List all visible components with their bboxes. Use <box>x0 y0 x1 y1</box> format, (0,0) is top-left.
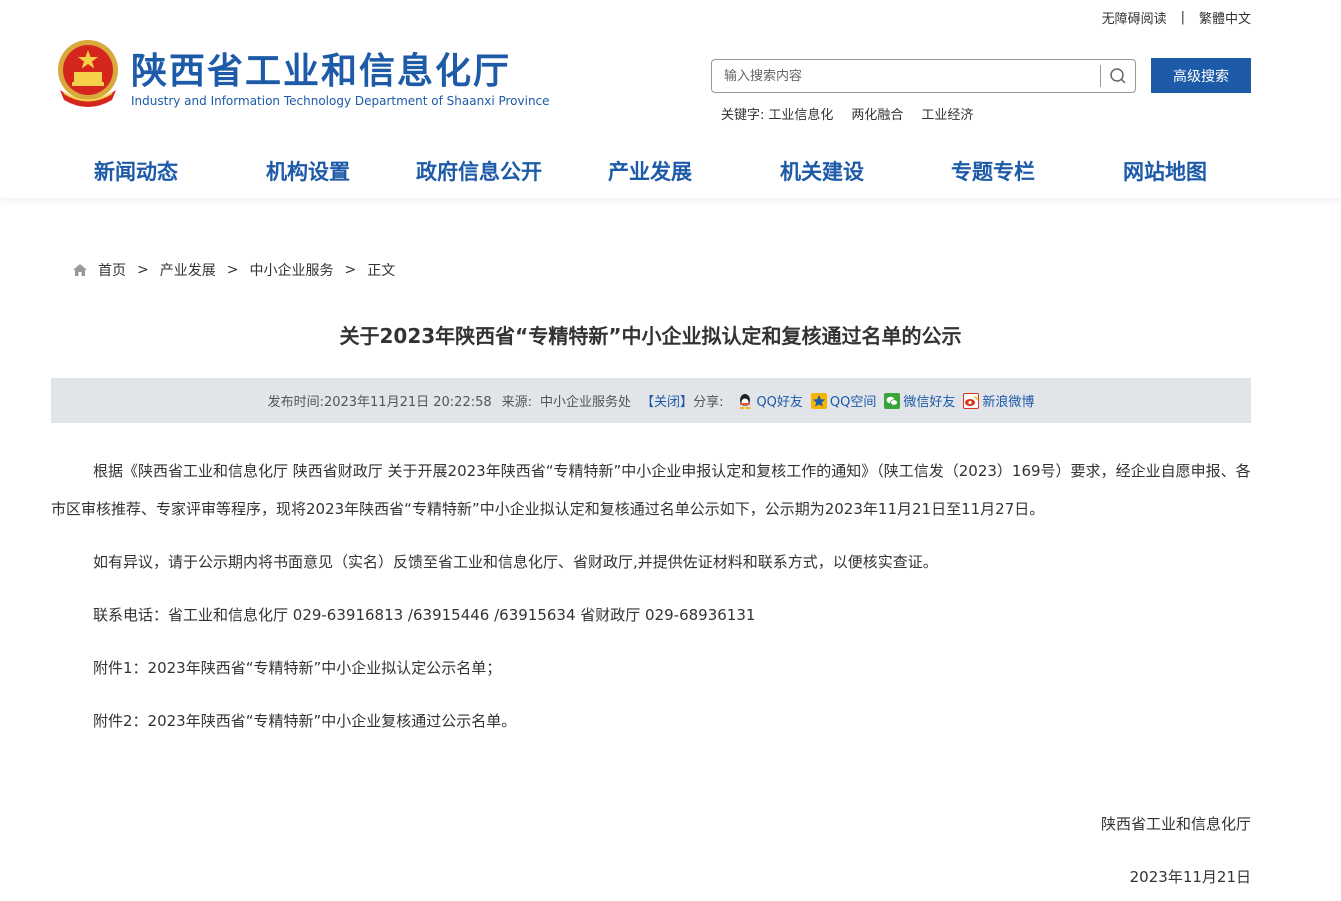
source-label: 来源: <box>501 395 533 410</box>
share-qq-zone[interactable]: QQ空间 <box>810 391 877 410</box>
nav-item-organization[interactable]: 机构设置 <box>266 156 350 186</box>
search-icon[interactable] <box>1101 60 1135 92</box>
article-title: 关于2023年陕西省“专精特新”中小企业拟认定和复核通过名单的公示 <box>339 324 962 348</box>
share-qq-friends[interactable]: QQ好友 <box>737 391 803 410</box>
site-header: 无障碍阅读 | 繁體中文 陕西省工业和信息化厅 Industry and Inf… <box>0 0 1341 198</box>
article-paragraph: 根据《陕西省工业和信息化厅 陕西省财政厅 关于开展2023年陕西省“专精特新”中… <box>51 462 1251 518</box>
keyword-link[interactable]: 工业经济 <box>921 104 973 123</box>
share-weibo-label: 新浪微博 <box>982 395 1035 410</box>
share-qq-friends-label: QQ好友 <box>756 395 803 410</box>
article-paragraph: 联系电话：省工业和信息化厅 029-63916813 /63915446 /63… <box>93 606 756 624</box>
keyword-link[interactable]: 工业信息化 <box>768 104 833 123</box>
close-link[interactable]: 【关闭】 <box>641 391 693 410</box>
article-paragraph: 如有异议，请于公示期内将书面意见（实名）反馈至省工业和信息化厅、省财政厅,并提供… <box>93 553 938 571</box>
share-wechat[interactable]: 微信好友 <box>884 391 955 410</box>
article-date: 2023年11月21日 <box>1129 868 1251 886</box>
nav-item-news[interactable]: 新闻动态 <box>94 156 178 186</box>
nav-item-gov-info[interactable]: 政府信息公开 <box>416 156 542 186</box>
nav-item-sitemap[interactable]: 网站地图 <box>1123 156 1207 186</box>
keywords-label: 关键字: <box>721 108 765 123</box>
top-links-divider: | <box>1180 10 1185 25</box>
breadcrumb-home[interactable]: 首页 <box>98 260 126 280</box>
publish-label: 发布时间: <box>267 395 324 410</box>
publish-time: 2023年11月21日 20:22:58 <box>323 395 492 410</box>
weibo-icon <box>963 392 980 409</box>
search-input[interactable] <box>712 60 1100 92</box>
top-links: 无障碍阅读 | 繁體中文 <box>1102 8 1251 27</box>
nav-item-special-topics[interactable]: 专题专栏 <box>951 156 1035 186</box>
qzone-icon <box>810 392 827 409</box>
accessible-reading-link[interactable]: 无障碍阅读 <box>1102 8 1167 27</box>
keyword-link[interactable]: 两化融合 <box>851 104 903 123</box>
share-wechat-label: 微信好友 <box>903 395 956 410</box>
nav-item-industry[interactable]: 产业发展 <box>608 156 692 186</box>
breadcrumb-separator: > <box>344 262 357 278</box>
attachment-link[interactable]: 附件2：2023年陕西省“专精特新”中小企业复核通过公示名单。 <box>51 702 1251 740</box>
share-weibo[interactable]: 新浪微博 <box>963 391 1034 410</box>
breadcrumb-industry[interactable]: 产业发展 <box>160 260 216 280</box>
breadcrumb-current: 正文 <box>367 263 396 279</box>
breadcrumb-sme-service[interactable]: 中小企业服务 <box>249 260 333 280</box>
share-label: 分享: <box>693 395 724 410</box>
article-signature: 陕西省工业和信息化厅 <box>1100 815 1251 833</box>
search-box <box>711 59 1136 93</box>
share-qq-zone-label: QQ空间 <box>829 395 877 410</box>
breadcrumb-separator: > <box>226 262 239 278</box>
attachment-link[interactable]: 附件1：2023年陕西省“专精特新”中小企业拟认定公示名单； <box>51 649 1251 687</box>
wechat-icon <box>884 392 901 409</box>
article-meta-bar: 发布时间: 2023年11月21日 20:22:58 来源: 中小企业服务处 【… <box>51 378 1251 423</box>
site-subtitle: Industry and Information Technology Depa… <box>131 94 550 108</box>
breadcrumb-separator: > <box>137 262 149 278</box>
qq-icon <box>737 393 753 409</box>
traditional-chinese-link[interactable]: 繁體中文 <box>1199 8 1251 27</box>
source-value: 中小企业服务处 <box>540 395 632 410</box>
home-icon <box>72 262 88 278</box>
main-nav: 新闻动态 机构设置 政府信息公开 产业发展 机关建设 专题专栏 网站地图 <box>0 156 1341 188</box>
keywords: 关键字: 工业信息化 两化融合 工业经济 <box>721 104 991 123</box>
nav-item-party-building[interactable]: 机关建设 <box>780 156 864 186</box>
national-emblem-logo[interactable] <box>52 38 124 112</box>
advanced-search-button[interactable]: 高级搜索 <box>1151 58 1251 93</box>
site-title[interactable]: 陕西省工业和信息化厅 <box>131 42 511 94</box>
article-body: 根据《陕西省工业和信息化厅 陕西省财政厅 关于开展2023年陕西省“专精特新”中… <box>51 452 1251 740</box>
breadcrumb: 首页 > 产业发展 > 中小企业服务 > 正文 <box>72 260 395 280</box>
